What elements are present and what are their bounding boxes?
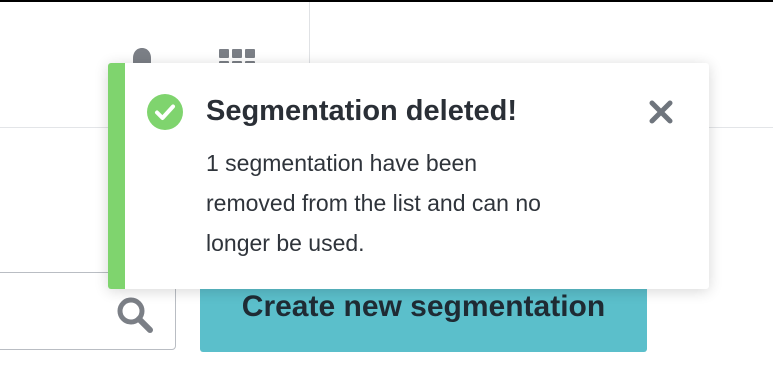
check-circle-icon — [147, 94, 183, 130]
toast-accent-bar — [108, 63, 125, 289]
toast-notification: Segmentation deleted! 1 segmentation hav… — [108, 63, 709, 289]
toast-title: Segmentation deleted! — [206, 95, 517, 127]
close-icon[interactable] — [648, 99, 674, 125]
toast-message-line: longer be used. — [206, 230, 365, 256]
toast-message-line: 1 segmentation have been — [206, 150, 478, 176]
toast-message-line: removed from the list and can no — [206, 190, 541, 216]
search-input[interactable] — [0, 296, 111, 332]
toast-message: 1 segmentation have been removed from th… — [206, 143, 646, 263]
search-icon[interactable] — [115, 295, 155, 335]
